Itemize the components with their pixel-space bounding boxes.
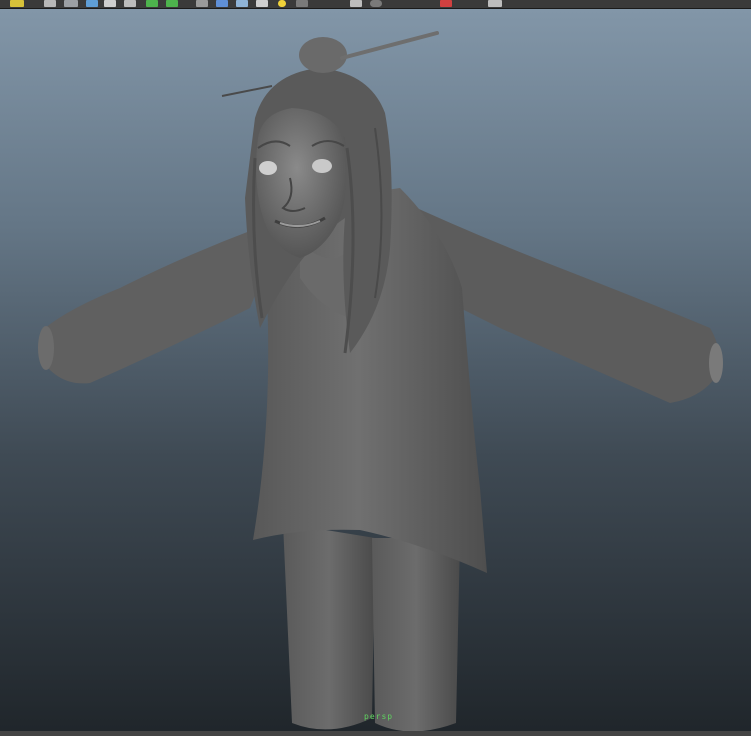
hairpin [340,31,439,60]
panel-border [0,731,751,736]
grid-icon[interactable] [64,0,78,7]
antialias-icon[interactable] [440,0,452,7]
render-icon[interactable] [44,0,56,7]
perspective-viewport[interactable]: persp [0,9,751,731]
textured-icon[interactable] [146,0,158,7]
camera-icon[interactable] [86,0,98,7]
wireframe-icon[interactable] [236,0,248,7]
undo-icon[interactable] [10,0,24,7]
character-model[interactable] [0,9,751,731]
ambient-occlusion-icon[interactable] [350,0,362,7]
xray-icon[interactable] [196,0,208,7]
right-leg [372,538,460,731]
motion-blur-icon[interactable] [370,0,382,7]
film-gate-icon[interactable] [104,0,116,7]
depth-icon[interactable] [488,0,502,7]
smooth-shade-icon[interactable] [256,0,268,7]
lights-icon[interactable] [166,0,178,7]
hair-bun [299,37,347,73]
default-light-icon[interactable] [278,0,286,7]
shadow-icon[interactable] [296,0,308,7]
shaded-icon[interactable] [124,0,136,7]
left-leg [283,523,375,730]
camera-name-label: persp [364,712,394,721]
isolate-icon[interactable] [216,0,228,7]
viewport-toolbar [0,0,751,9]
